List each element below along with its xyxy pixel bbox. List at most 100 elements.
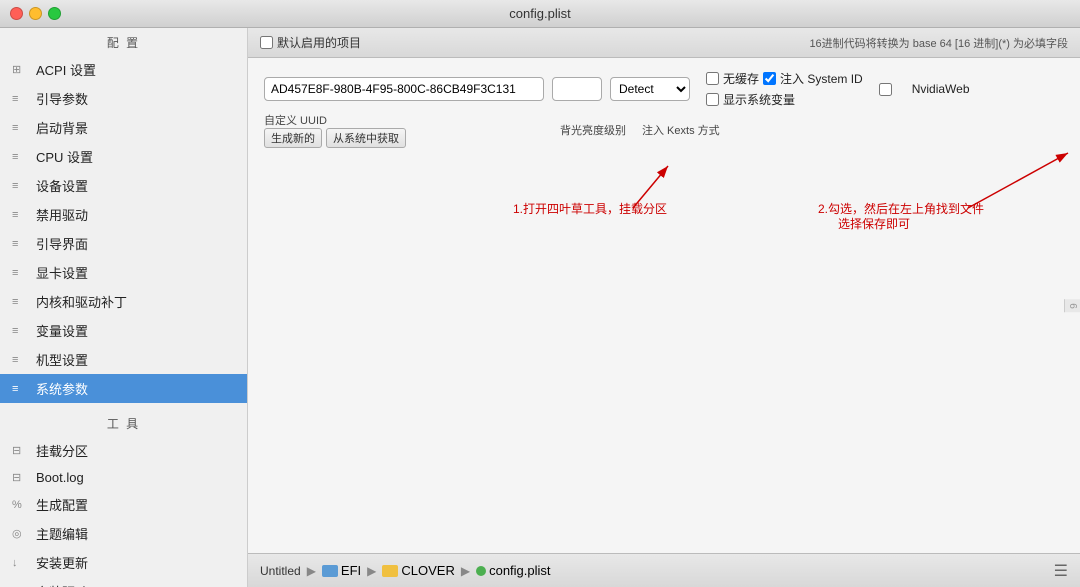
theme-editor-icon: ◎ [12, 527, 30, 540]
brightness-label: 背光亮度级别 [560, 125, 626, 137]
default-item-checkbox[interactable] [260, 36, 273, 49]
gen-new-button[interactable]: 生成新的 [264, 128, 322, 148]
disable-driver-label: 禁用驱动 [36, 205, 88, 224]
install-driver-label: 安装驱动 [36, 582, 88, 587]
uuid-label: 自定义 UUID [264, 112, 544, 128]
disable-driver-icon: ≡ [12, 209, 30, 221]
kernel-patch-label: 内核和驱动补丁 [36, 292, 127, 311]
sidebar-item-gpu[interactable]: ≡ 显卡设置 [0, 258, 247, 287]
config-section-title: 配 置 [0, 28, 247, 55]
hamburger-menu-button[interactable]: ☰ [1054, 563, 1068, 580]
no-cache-item: 无缓存 注入 System ID [706, 70, 863, 87]
breadcrumb-untitled-label: Untitled [260, 564, 301, 578]
boot-ui-icon: ≡ [12, 238, 30, 250]
startup-bg-label: 启动背景 [36, 118, 88, 137]
sidebar-item-theme-editor[interactable]: ◎ 主题编辑 [0, 519, 247, 548]
show-sys-vars-item: 显示系统变量 [706, 91, 863, 108]
config-file-icon [476, 566, 486, 576]
default-item-label: 默认启用的项目 [277, 34, 361, 51]
bootlog-label: Boot.log [36, 470, 84, 485]
inject-kexts-label-container: 注入 Kexts 方式 [642, 122, 720, 138]
breadcrumb-efi[interactable]: EFI [322, 563, 361, 578]
tools-section-title: 工 具 [0, 411, 247, 436]
breadcrumb-sep-3: ▶ [461, 564, 470, 578]
sidebar-item-sys-params[interactable]: ≡ 系统参数 [0, 374, 247, 403]
step2-line2: 选择保存即可 [838, 217, 910, 231]
sidebar-item-boot-ui[interactable]: ≡ 引导界面 [0, 229, 247, 258]
gpu-icon: ≡ [12, 267, 30, 279]
clover-folder-icon [382, 565, 398, 577]
window-title: config.plist [509, 6, 570, 21]
variables-icon: ≡ [12, 325, 30, 337]
kernel-patch-icon: ≡ [12, 296, 30, 308]
header-note: 16进制代码将转换为 base 64 [16 进制](*) 为必填字段 [809, 35, 1068, 51]
nvidia-web-label: NvidiaWeb [912, 82, 970, 96]
default-item-section: 默认启用的项目 [260, 34, 361, 51]
gen-config-label: 生成配置 [36, 495, 88, 514]
efi-folder-icon [322, 565, 338, 577]
step1-annotation: 1.打开四叶草工具，挂载分区 [513, 202, 667, 216]
sidebar-item-mount[interactable]: ⊟ 挂载分区 [0, 436, 247, 465]
window-controls [10, 7, 61, 20]
uuid-action-buttons: 生成新的 从系统中获取 [264, 128, 406, 148]
inject-system-id-label: 注入 System ID [780, 70, 863, 87]
brightness-label-container: 背光亮度级别 [560, 122, 626, 138]
sidebar-item-startup-bg[interactable]: ≡ 启动背景 [0, 113, 247, 142]
sidebar: 配 置 ⊞ ACPI 设置 ≡ 引导参数 ≡ 启动背景 ≡ CPU 设置 ≡ 设… [0, 28, 248, 587]
maximize-button[interactable] [48, 7, 61, 20]
main-container: 配 置 ⊞ ACPI 设置 ≡ 引导参数 ≡ 启动背景 ≡ CPU 设置 ≡ 设… [0, 28, 1080, 587]
uuid-input[interactable] [264, 77, 544, 101]
install-update-icon: ↓ [12, 557, 30, 569]
sys-params-label: 系统参数 [36, 379, 88, 398]
sys-params-icon: ≡ [12, 383, 30, 395]
breadcrumb-efi-label: EFI [341, 563, 361, 578]
brightness-input[interactable] [552, 77, 602, 101]
sidebar-item-install-update[interactable]: ↓ 安装更新 [0, 548, 247, 577]
model-label: 机型设置 [36, 350, 88, 369]
close-button[interactable] [10, 7, 23, 20]
mount-label: 挂载分区 [36, 441, 88, 460]
acpi-icon: ⊞ [12, 63, 30, 76]
show-sys-vars-checkbox[interactable] [706, 93, 719, 106]
no-cache-checkbox[interactable] [706, 72, 719, 85]
sidebar-item-gen-config[interactable]: % 生成配置 [0, 490, 247, 519]
sidebar-item-cpu[interactable]: ≡ CPU 设置 [0, 142, 247, 171]
devices-icon: ≡ [12, 180, 30, 192]
show-sys-vars-label: 显示系统变量 [723, 91, 795, 108]
boot-args-icon: ≡ [12, 93, 30, 105]
inject-system-id-checkbox[interactable] [763, 72, 776, 85]
sidebar-item-bootlog[interactable]: ⊟ Boot.log [0, 465, 247, 490]
breadcrumb-sep-2: ▶ [367, 564, 376, 578]
sidebar-item-acpi[interactable]: ⊞ ACPI 设置 [0, 55, 247, 84]
gpu-label: 显卡设置 [36, 263, 88, 282]
from-system-button[interactable]: 从系统中获取 [326, 128, 406, 148]
devices-label: 设备设置 [36, 176, 88, 195]
sidebar-item-devices[interactable]: ≡ 设备设置 [0, 171, 247, 200]
startup-bg-icon: ≡ [12, 122, 30, 134]
breadcrumb-config[interactable]: config.plist [476, 563, 550, 578]
cpu-label: CPU 设置 [36, 147, 93, 166]
sidebar-item-install-driver[interactable]: ✕ 安装驱动 [0, 577, 247, 587]
inject-kexts-select[interactable]: Detect [610, 77, 690, 101]
sidebar-item-boot-args[interactable]: ≡ 引导参数 [0, 84, 247, 113]
sidebar-item-disable-driver[interactable]: ≡ 禁用驱动 [0, 200, 247, 229]
step2-line1: 2.勾选，然后在左上角找到文件 [818, 201, 984, 216]
controls-row: Detect 无缓存 注入 System ID 显示系统变量 [264, 70, 1064, 108]
bottom-bar: Untitled ▶ EFI ▶ CLOVER ▶ config.plist ☰ [248, 553, 1080, 587]
minimize-button[interactable] [29, 7, 42, 20]
bootlog-icon: ⊟ [12, 471, 30, 484]
content-area: 默认启用的项目 16进制代码将转换为 base 64 [16 进制](*) 为必… [248, 28, 1080, 587]
sidebar-item-model[interactable]: ≡ 机型设置 [0, 345, 247, 374]
sidebar-item-kernel-patch[interactable]: ≡ 内核和驱动补丁 [0, 287, 247, 316]
right-checkboxes: 无缓存 注入 System ID 显示系统变量 [706, 70, 863, 108]
breadcrumb-config-label: config.plist [489, 563, 550, 578]
sidebar-item-variables[interactable]: ≡ 变量设置 [0, 316, 247, 345]
model-icon: ≡ [12, 354, 30, 366]
theme-editor-label: 主题编辑 [36, 524, 88, 543]
breadcrumb-untitled: Untitled [260, 564, 301, 578]
nvidia-web-checkbox[interactable] [879, 83, 892, 96]
install-update-label: 安装更新 [36, 553, 88, 572]
breadcrumb-clover[interactable]: CLOVER [382, 563, 454, 578]
labels-row: 自定义 UUID 生成新的 从系统中获取 背光亮度级别 注入 Kexts 方式 [264, 112, 1064, 148]
breadcrumb-sep-1: ▶ [307, 564, 316, 578]
